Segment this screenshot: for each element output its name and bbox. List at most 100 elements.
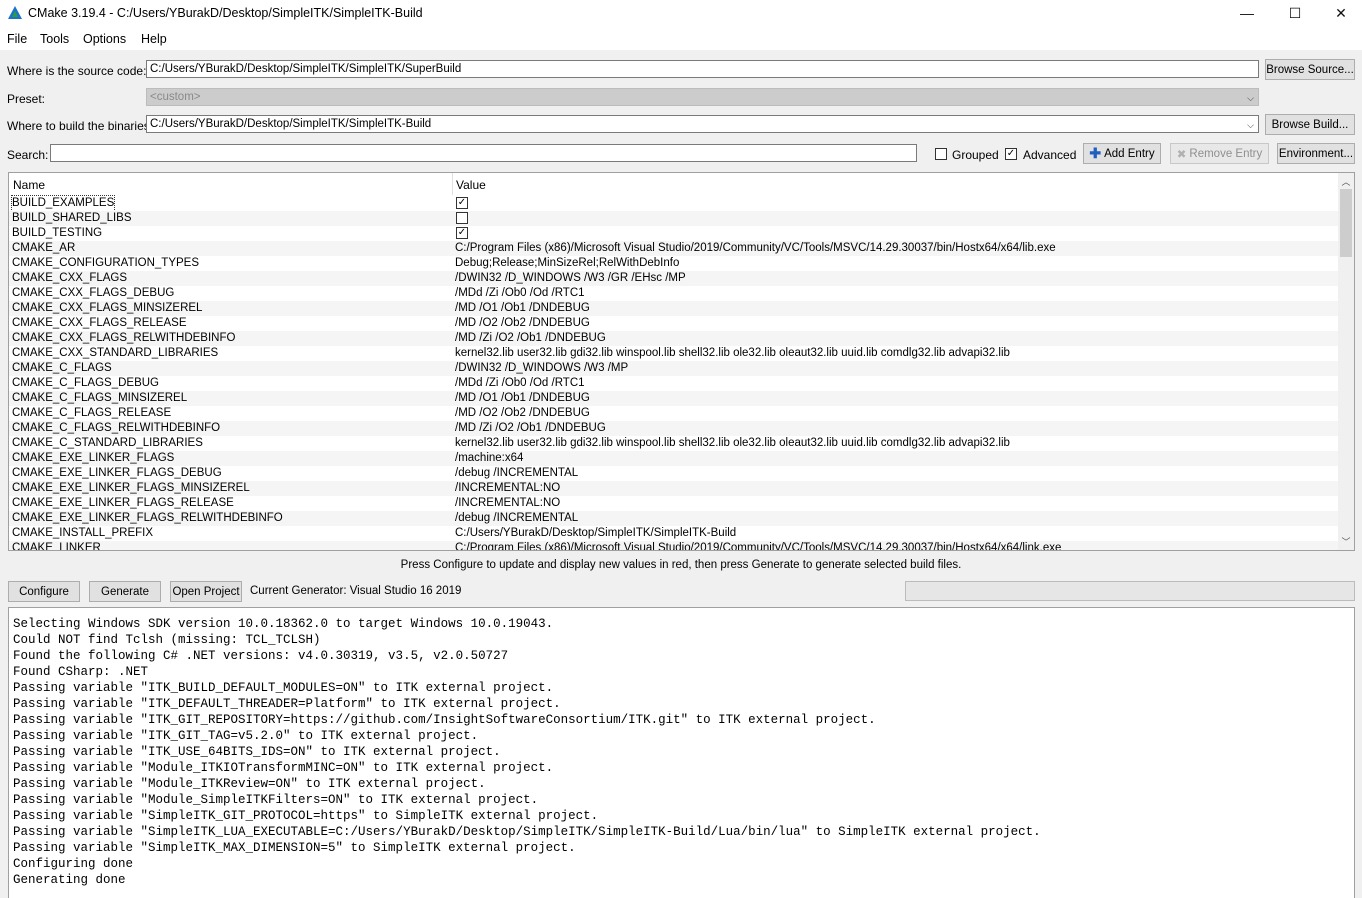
cache-entry-value[interactable]: /INCREMENTAL:NO (455, 496, 560, 511)
add-entry-button[interactable]: ✚ Add Entry (1083, 143, 1161, 164)
output-log-panel[interactable]: Selecting Windows SDK version 10.0.18362… (8, 607, 1355, 898)
source-path-input[interactable]: C:/Users/YBurakD/Desktop/SimpleITK/Simpl… (146, 60, 1259, 78)
cache-entry-value[interactable]: C:/Program Files (x86)/Microsoft Visual … (455, 541, 1061, 550)
table-row[interactable]: CMAKE_EXE_LINKER_FLAGS_RELWITHDEBINFO/de… (9, 511, 1339, 526)
search-label: Search: (7, 148, 49, 162)
column-header-name[interactable]: Name (13, 178, 45, 192)
cache-entry-checkbox[interactable]: ✓ (456, 197, 468, 209)
cache-entry-name: CMAKE_CXX_FLAGS_MINSIZEREL (12, 302, 203, 314)
cache-entry-name: CMAKE_LINKER (12, 542, 101, 551)
menu-file[interactable]: File (7, 32, 27, 46)
table-row[interactable]: CMAKE_CXX_FLAGS_RELEASE/MD /O2 /Ob2 /DND… (9, 316, 1339, 331)
table-row[interactable]: CMAKE_CXX_FLAGS_DEBUG/MDd /Zi /Ob0 /Od /… (9, 286, 1339, 301)
cache-entry-name: CMAKE_CXX_FLAGS (12, 272, 128, 284)
cache-entry-value[interactable]: Debug;Release;MinSizeRel;RelWithDebInfo (455, 256, 679, 271)
grouped-checkbox[interactable] (935, 148, 947, 160)
column-header-value[interactable]: Value (456, 178, 486, 192)
cache-entry-value[interactable]: kernel32.lib user32.lib gdi32.lib winspo… (455, 436, 1010, 451)
chevron-down-icon[interactable]: ⌵ (1247, 117, 1254, 132)
table-row[interactable]: CMAKE_C_FLAGS_RELEASE/MD /O2 /Ob2 /DNDEB… (9, 406, 1339, 421)
table-row[interactable]: CMAKE_C_FLAGS_MINSIZEREL/MD /O1 /Ob1 /DN… (9, 391, 1339, 406)
grouped-label: Grouped (952, 148, 999, 162)
cache-entry-value[interactable]: C:/Users/YBurakD/Desktop/SimpleITK/Simpl… (455, 526, 736, 541)
table-row[interactable]: CMAKE_INSTALL_PREFIX C:/Users/YBurakD/Des… (9, 526, 1339, 541)
cache-entry-value[interactable]: C:/Program Files (x86)/Microsoft Visual … (455, 241, 1056, 256)
cache-entry-checkbox[interactable] (456, 212, 468, 224)
table-row[interactable]: CMAKE_EXE_LINKER_FLAGS/machine:x64 (9, 451, 1339, 466)
cache-entry-name: CMAKE_CXX_FLAGS_DEBUG (12, 287, 175, 299)
open-project-button[interactable]: Open Project (170, 581, 242, 602)
cache-entry-value[interactable]: /DWIN32 /D_WINDOWS /W3 /GR /EHsc /MP (455, 271, 686, 286)
scrollbar-thumb[interactable] (1340, 189, 1352, 257)
minimize-button[interactable]: — (1224, 0, 1270, 26)
column-divider[interactable] (452, 173, 453, 195)
configure-button[interactable]: Configure (8, 581, 80, 602)
cache-entry-value[interactable]: /DWIN32 /D_WINDOWS /W3 /MP (455, 361, 628, 376)
table-row[interactable]: CMAKE_C_FLAGS_DEBUG/MDd /Zi /Ob0 /Od /RT… (9, 376, 1339, 391)
build-label: Where to build the binaries: (7, 119, 154, 133)
preset-value: <custom> (150, 91, 201, 103)
table-row[interactable]: CMAKE_EXE_LINKER_FLAGS_DEBUG/debug /INCR… (9, 466, 1339, 481)
cache-entry-value[interactable]: /machine:x64 (455, 451, 523, 466)
table-row[interactable]: CMAKE_CONFIGURATION_TYPES Debug;Release;M… (9, 256, 1339, 271)
cache-entry-value[interactable]: /MD /O1 /Ob1 /DNDEBUG (455, 301, 590, 316)
table-scrollbar[interactable]: ︿ ﹀ (1338, 173, 1354, 550)
source-label: Where is the source code: (7, 64, 147, 78)
preset-combo: <custom> ⌵ (146, 88, 1259, 106)
cache-entry-value[interactable]: /MDd /Zi /Ob0 /Od /RTC1 (455, 286, 585, 301)
table-row[interactable]: BUILD_SHARED_LIBS (9, 211, 1339, 226)
cache-entry-name: CMAKE_EXE_LINKER_FLAGS_RELWITHDEBINFO (12, 512, 283, 524)
cache-entry-value[interactable]: /MD /O2 /Ob2 /DNDEBUG (455, 316, 590, 331)
cache-entry-value[interactable]: kernel32.lib user32.lib gdi32.lib winspo… (455, 346, 1010, 361)
search-input[interactable] (50, 144, 917, 162)
cache-entry-value[interactable]: /MD /Zi /O2 /Ob1 /DNDEBUG (455, 421, 606, 436)
table-row[interactable]: BUILD_EXAMPLES ✓ (9, 195, 1339, 212)
table-row[interactable]: CMAKE_CXX_FLAGS_RELWITHDEBINFO/MD /Zi /O… (9, 331, 1339, 346)
close-button[interactable]: ✕ (1318, 0, 1362, 26)
cache-entry-value[interactable]: /MD /O2 /Ob2 /DNDEBUG (455, 406, 590, 421)
table-row[interactable]: BUILD_TESTING ✓ (9, 226, 1339, 241)
advanced-label: Advanced (1023, 148, 1077, 162)
build-path-combo[interactable]: C:/Users/YBurakD/Desktop/SimpleITK/Simpl… (146, 115, 1259, 133)
cache-entry-checkbox[interactable]: ✓ (456, 227, 468, 239)
cache-entry-value[interactable]: /MD /Zi /O2 /Ob1 /DNDEBUG (455, 331, 606, 346)
table-row[interactable]: CMAKE_C_FLAGS/DWIN32 /D_WINDOWS /W3 /MP (9, 361, 1339, 376)
log-line: Found the following C# .NET versions: v4… (13, 649, 509, 663)
table-row[interactable]: CMAKE_EXE_LINKER_FLAGS_RELEASE/INCREMENT… (9, 496, 1339, 511)
log-line: Passing variable "ITK_GIT_TAG=v5.2.0" to… (13, 729, 479, 743)
table-row[interactable]: CMAKE_EXE_LINKER_FLAGS_MINSIZEREL/INCREM… (9, 481, 1339, 496)
cache-entry-value[interactable]: /debug /INCREMENTAL (455, 511, 578, 526)
cache-entry-value[interactable]: /INCREMENTAL:NO (455, 481, 560, 496)
table-row[interactable]: CMAKE_LINKER C:/Program Files (x86)/Micro… (9, 541, 1339, 551)
cache-entry-value[interactable]: /MDd /Zi /Ob0 /Od /RTC1 (455, 376, 585, 391)
table-row[interactable]: CMAKE_C_STANDARD_LIBRARIES kernel32.lib u… (9, 436, 1339, 451)
remove-entry-button: ✖ Remove Entry (1170, 143, 1269, 164)
log-line: Passing variable "SimpleITK_LUA_EXECUTAB… (13, 825, 1041, 839)
cache-entry-name: CMAKE_C_FLAGS (12, 362, 112, 374)
table-row[interactable]: CMAKE_CXX_FLAGS/DWIN32 /D_WINDOWS /W3 /G… (9, 271, 1339, 286)
cache-entry-name: CMAKE_EXE_LINKER_FLAGS (12, 452, 175, 464)
cache-entry-value[interactable]: /MD /O1 /Ob1 /DNDEBUG (455, 391, 590, 406)
browse-build-button[interactable]: Browse Build... (1265, 114, 1355, 135)
hint-text: Press Configure to update and display ne… (400, 559, 962, 571)
table-row[interactable]: CMAKE_C_FLAGS_RELWITHDEBINFO/MD /Zi /O2 … (9, 421, 1339, 436)
table-row[interactable]: CMAKE_CXX_FLAGS_MINSIZEREL/MD /O1 /Ob1 /… (9, 301, 1339, 316)
advanced-checkbox[interactable]: ✓ (1005, 148, 1017, 160)
build-path-value: C:/Users/YBurakD/Desktop/SimpleITK/Simpl… (150, 118, 432, 130)
cache-entry-value[interactable]: /debug /INCREMENTAL (455, 466, 578, 481)
cache-entry-name: CMAKE_CXX_FLAGS_RELEASE (12, 317, 187, 329)
maximize-button[interactable]: ☐ (1272, 0, 1318, 26)
menu-options[interactable]: Options (83, 32, 126, 46)
table-row[interactable]: CMAKE_CXX_STANDARD_LIBRARIES kernel32.lib… (9, 346, 1339, 361)
cache-entry-name: CMAKE_C_FLAGS_MINSIZEREL (12, 392, 188, 404)
browse-source-button[interactable]: Browse Source... (1265, 59, 1355, 80)
table-row[interactable]: CMAKE_AR C:/Program Files (x86)/Microsoft… (9, 241, 1339, 256)
current-generator-text: Current Generator: Visual Studio 16 2019 (250, 585, 462, 597)
generate-button[interactable]: Generate (89, 581, 161, 602)
menu-help[interactable]: Help (141, 32, 167, 46)
menu-tools[interactable]: Tools (40, 32, 69, 46)
scroll-down-icon[interactable]: ﹀ (1338, 535, 1354, 548)
scroll-up-icon[interactable]: ︿ (1338, 175, 1354, 188)
cache-entry-name: CMAKE_C_FLAGS_RELWITHDEBINFO (12, 422, 221, 434)
environment-button[interactable]: Environment... (1277, 143, 1355, 164)
